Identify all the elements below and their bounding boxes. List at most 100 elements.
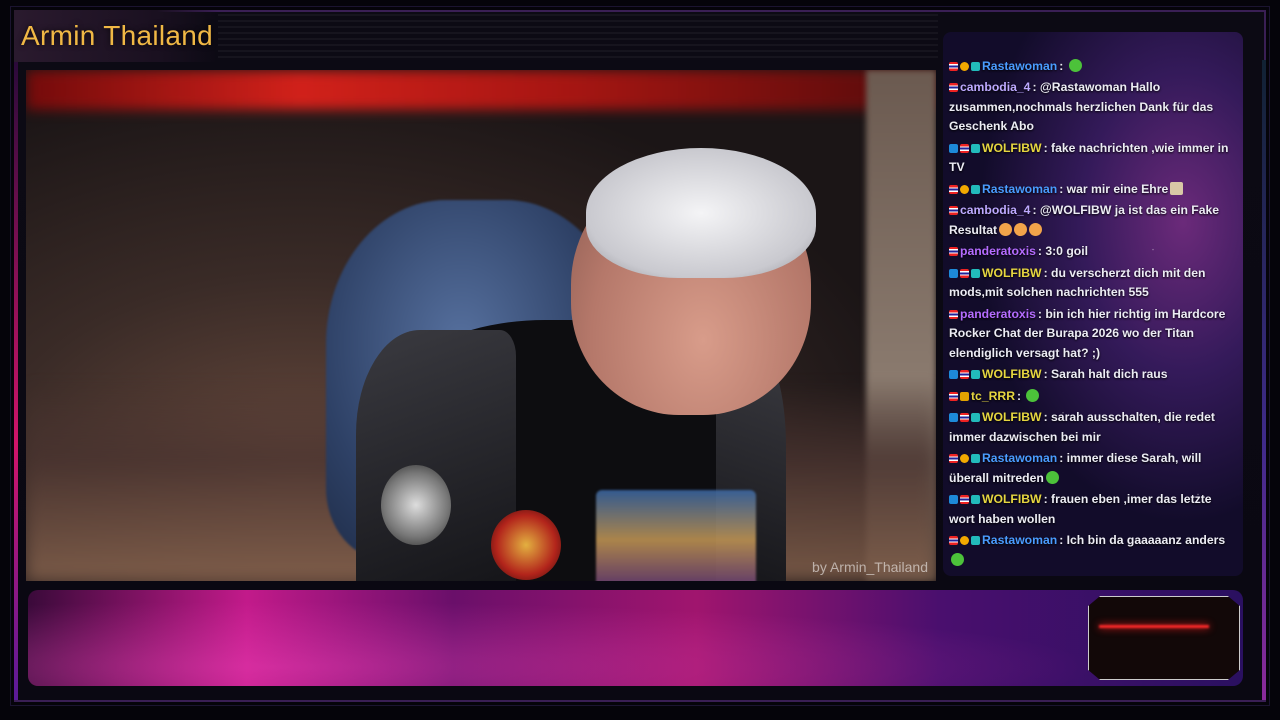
chat-text: Sarah halt dich raus bbox=[1051, 367, 1168, 381]
chat-message-list: Rastawoman: cambodia_4: @Rastawoman Hall… bbox=[949, 57, 1237, 573]
flag-badge-icon bbox=[960, 413, 969, 422]
one-badge-icon bbox=[960, 184, 969, 194]
mini-cam-preview bbox=[1088, 596, 1240, 680]
chat-separator: : bbox=[1017, 388, 1025, 403]
chat-message: Rastawoman: immer diese Sarah, will über… bbox=[949, 449, 1237, 488]
chat-message: panderatoxis: bin ich hier richtig im Ha… bbox=[949, 305, 1237, 364]
flag-badge-icon bbox=[949, 61, 958, 71]
chat-username[interactable]: tc_RRR bbox=[971, 389, 1015, 403]
chat-username[interactable]: cambodia_4 bbox=[960, 203, 1030, 217]
flag-badge-icon bbox=[960, 370, 969, 379]
chat-message: WOLFIBW: du verscherzt dich mit den mods… bbox=[949, 264, 1237, 303]
flag-badge-icon bbox=[949, 83, 958, 92]
left-glow bbox=[14, 60, 18, 700]
flag-badge-icon bbox=[949, 391, 958, 401]
flag-badge-icon bbox=[949, 206, 958, 215]
chat-separator: : bbox=[1059, 533, 1067, 547]
crown-badge-icon bbox=[960, 391, 969, 401]
prime-badge-icon bbox=[949, 495, 958, 504]
chat-overlay: Rastawoman: cambodia_4: @Rastawoman Hall… bbox=[943, 32, 1243, 576]
chat-username[interactable]: WOLFIBW bbox=[982, 266, 1042, 280]
vest-patch-left bbox=[381, 465, 451, 545]
game-badge-icon bbox=[971, 268, 980, 278]
chat-separator: : bbox=[1043, 265, 1052, 280]
chat-message: WOLFIBW: frauen eben ,imer das letzte wo… bbox=[949, 490, 1237, 529]
chat-text: 3:0 goil bbox=[1045, 244, 1088, 258]
flag-badge-icon bbox=[960, 268, 969, 278]
emote-icon bbox=[1014, 222, 1028, 236]
chat-username[interactable]: panderatoxis bbox=[960, 307, 1036, 321]
game-badge-icon bbox=[971, 370, 980, 379]
band-shirt-print bbox=[596, 490, 756, 581]
chat-message: Rastawoman: Ich bin da gaaaaanz anders bbox=[949, 531, 1237, 570]
chat-username[interactable]: Rastawoman bbox=[982, 451, 1057, 465]
game-badge-icon bbox=[971, 536, 980, 545]
chat-message: Rastawoman: bbox=[949, 57, 1237, 77]
flag-badge-icon bbox=[949, 536, 958, 545]
chat-username[interactable]: panderatoxis bbox=[960, 244, 1036, 258]
person-hair bbox=[586, 148, 816, 278]
chat-message: tc_RRR: bbox=[949, 387, 1237, 407]
chat-message: WOLFIBW: fake nachrichten ,wie immer in … bbox=[949, 139, 1237, 178]
flag-badge-icon bbox=[949, 247, 958, 256]
game-badge-icon bbox=[971, 495, 980, 504]
chat-separator: : bbox=[1059, 181, 1067, 196]
game-badge-icon bbox=[971, 61, 980, 71]
chat-separator: : bbox=[1043, 492, 1052, 506]
background-red-light bbox=[26, 70, 936, 110]
chat-separator: : bbox=[1032, 80, 1040, 94]
one-badge-icon bbox=[960, 536, 969, 545]
game-badge-icon bbox=[971, 184, 980, 194]
chat-username[interactable]: WOLFIBW bbox=[982, 367, 1042, 381]
chat-username[interactable]: cambodia_4 bbox=[960, 80, 1030, 94]
chat-separator: : bbox=[1043, 367, 1052, 381]
prime-badge-icon bbox=[949, 268, 958, 278]
vest-patch-logo bbox=[491, 510, 561, 580]
right-glow bbox=[1262, 60, 1266, 700]
prime-badge-icon bbox=[949, 370, 958, 379]
game-badge-icon bbox=[971, 454, 980, 463]
chat-message: Rastawoman: war mir eine Ehre bbox=[949, 180, 1237, 200]
emote-icon bbox=[999, 222, 1013, 236]
prime-badge-icon bbox=[949, 143, 958, 153]
prime-badge-icon bbox=[949, 413, 958, 422]
game-badge-icon bbox=[971, 413, 980, 422]
emote-icon bbox=[1026, 388, 1040, 402]
flag-badge-icon bbox=[949, 184, 958, 194]
chat-username[interactable]: Rastawoman bbox=[982, 59, 1057, 73]
chat-message: WOLFIBW: sarah ausschalten, die redet im… bbox=[949, 408, 1237, 447]
flag-badge-icon bbox=[949, 309, 958, 319]
emote-icon bbox=[1170, 181, 1184, 195]
chat-text: Ich bin da gaaaaanz anders bbox=[1066, 533, 1226, 547]
chat-text: war mir eine Ehre bbox=[1066, 181, 1169, 196]
chat-username[interactable]: WOLFIBW bbox=[982, 410, 1042, 424]
emote-icon bbox=[1068, 58, 1082, 72]
webcam-view: by Armin_Thailand bbox=[26, 70, 936, 581]
chat-message: panderatoxis: 3:0 goil bbox=[949, 242, 1237, 262]
chat-username[interactable]: Rastawoman bbox=[982, 182, 1057, 196]
flag-badge-icon bbox=[960, 495, 969, 504]
chat-message: WOLFIBW: Sarah halt dich raus bbox=[949, 365, 1237, 385]
chat-separator: : bbox=[1059, 58, 1067, 73]
watermark: by Armin_Thailand bbox=[812, 559, 928, 575]
channel-title: Armin Thailand bbox=[21, 20, 213, 51]
emote-icon bbox=[1029, 222, 1043, 236]
chat-username[interactable]: WOLFIBW bbox=[982, 141, 1042, 155]
red-light-line bbox=[1099, 625, 1209, 628]
chat-message: cambodia_4: @Rastawoman Hallo zusammen,n… bbox=[949, 78, 1237, 137]
game-badge-icon bbox=[971, 143, 980, 153]
chat-username[interactable]: WOLFIBW bbox=[982, 492, 1042, 506]
one-badge-icon bbox=[960, 61, 969, 71]
bottom-banner bbox=[28, 590, 1243, 686]
header-stripes bbox=[218, 14, 938, 62]
flag-badge-icon bbox=[960, 143, 969, 153]
chat-separator: : bbox=[1059, 451, 1067, 465]
chat-separator: : bbox=[1043, 140, 1052, 155]
chat-separator: : bbox=[1043, 410, 1052, 424]
flag-badge-icon bbox=[949, 454, 958, 463]
one-badge-icon bbox=[960, 454, 969, 463]
chat-separator: : bbox=[1032, 203, 1040, 217]
chat-message: cambodia_4: @WOLFIBW ja ist das ein Fake… bbox=[949, 201, 1237, 240]
emote-icon bbox=[951, 552, 964, 566]
chat-username[interactable]: Rastawoman bbox=[982, 533, 1057, 547]
